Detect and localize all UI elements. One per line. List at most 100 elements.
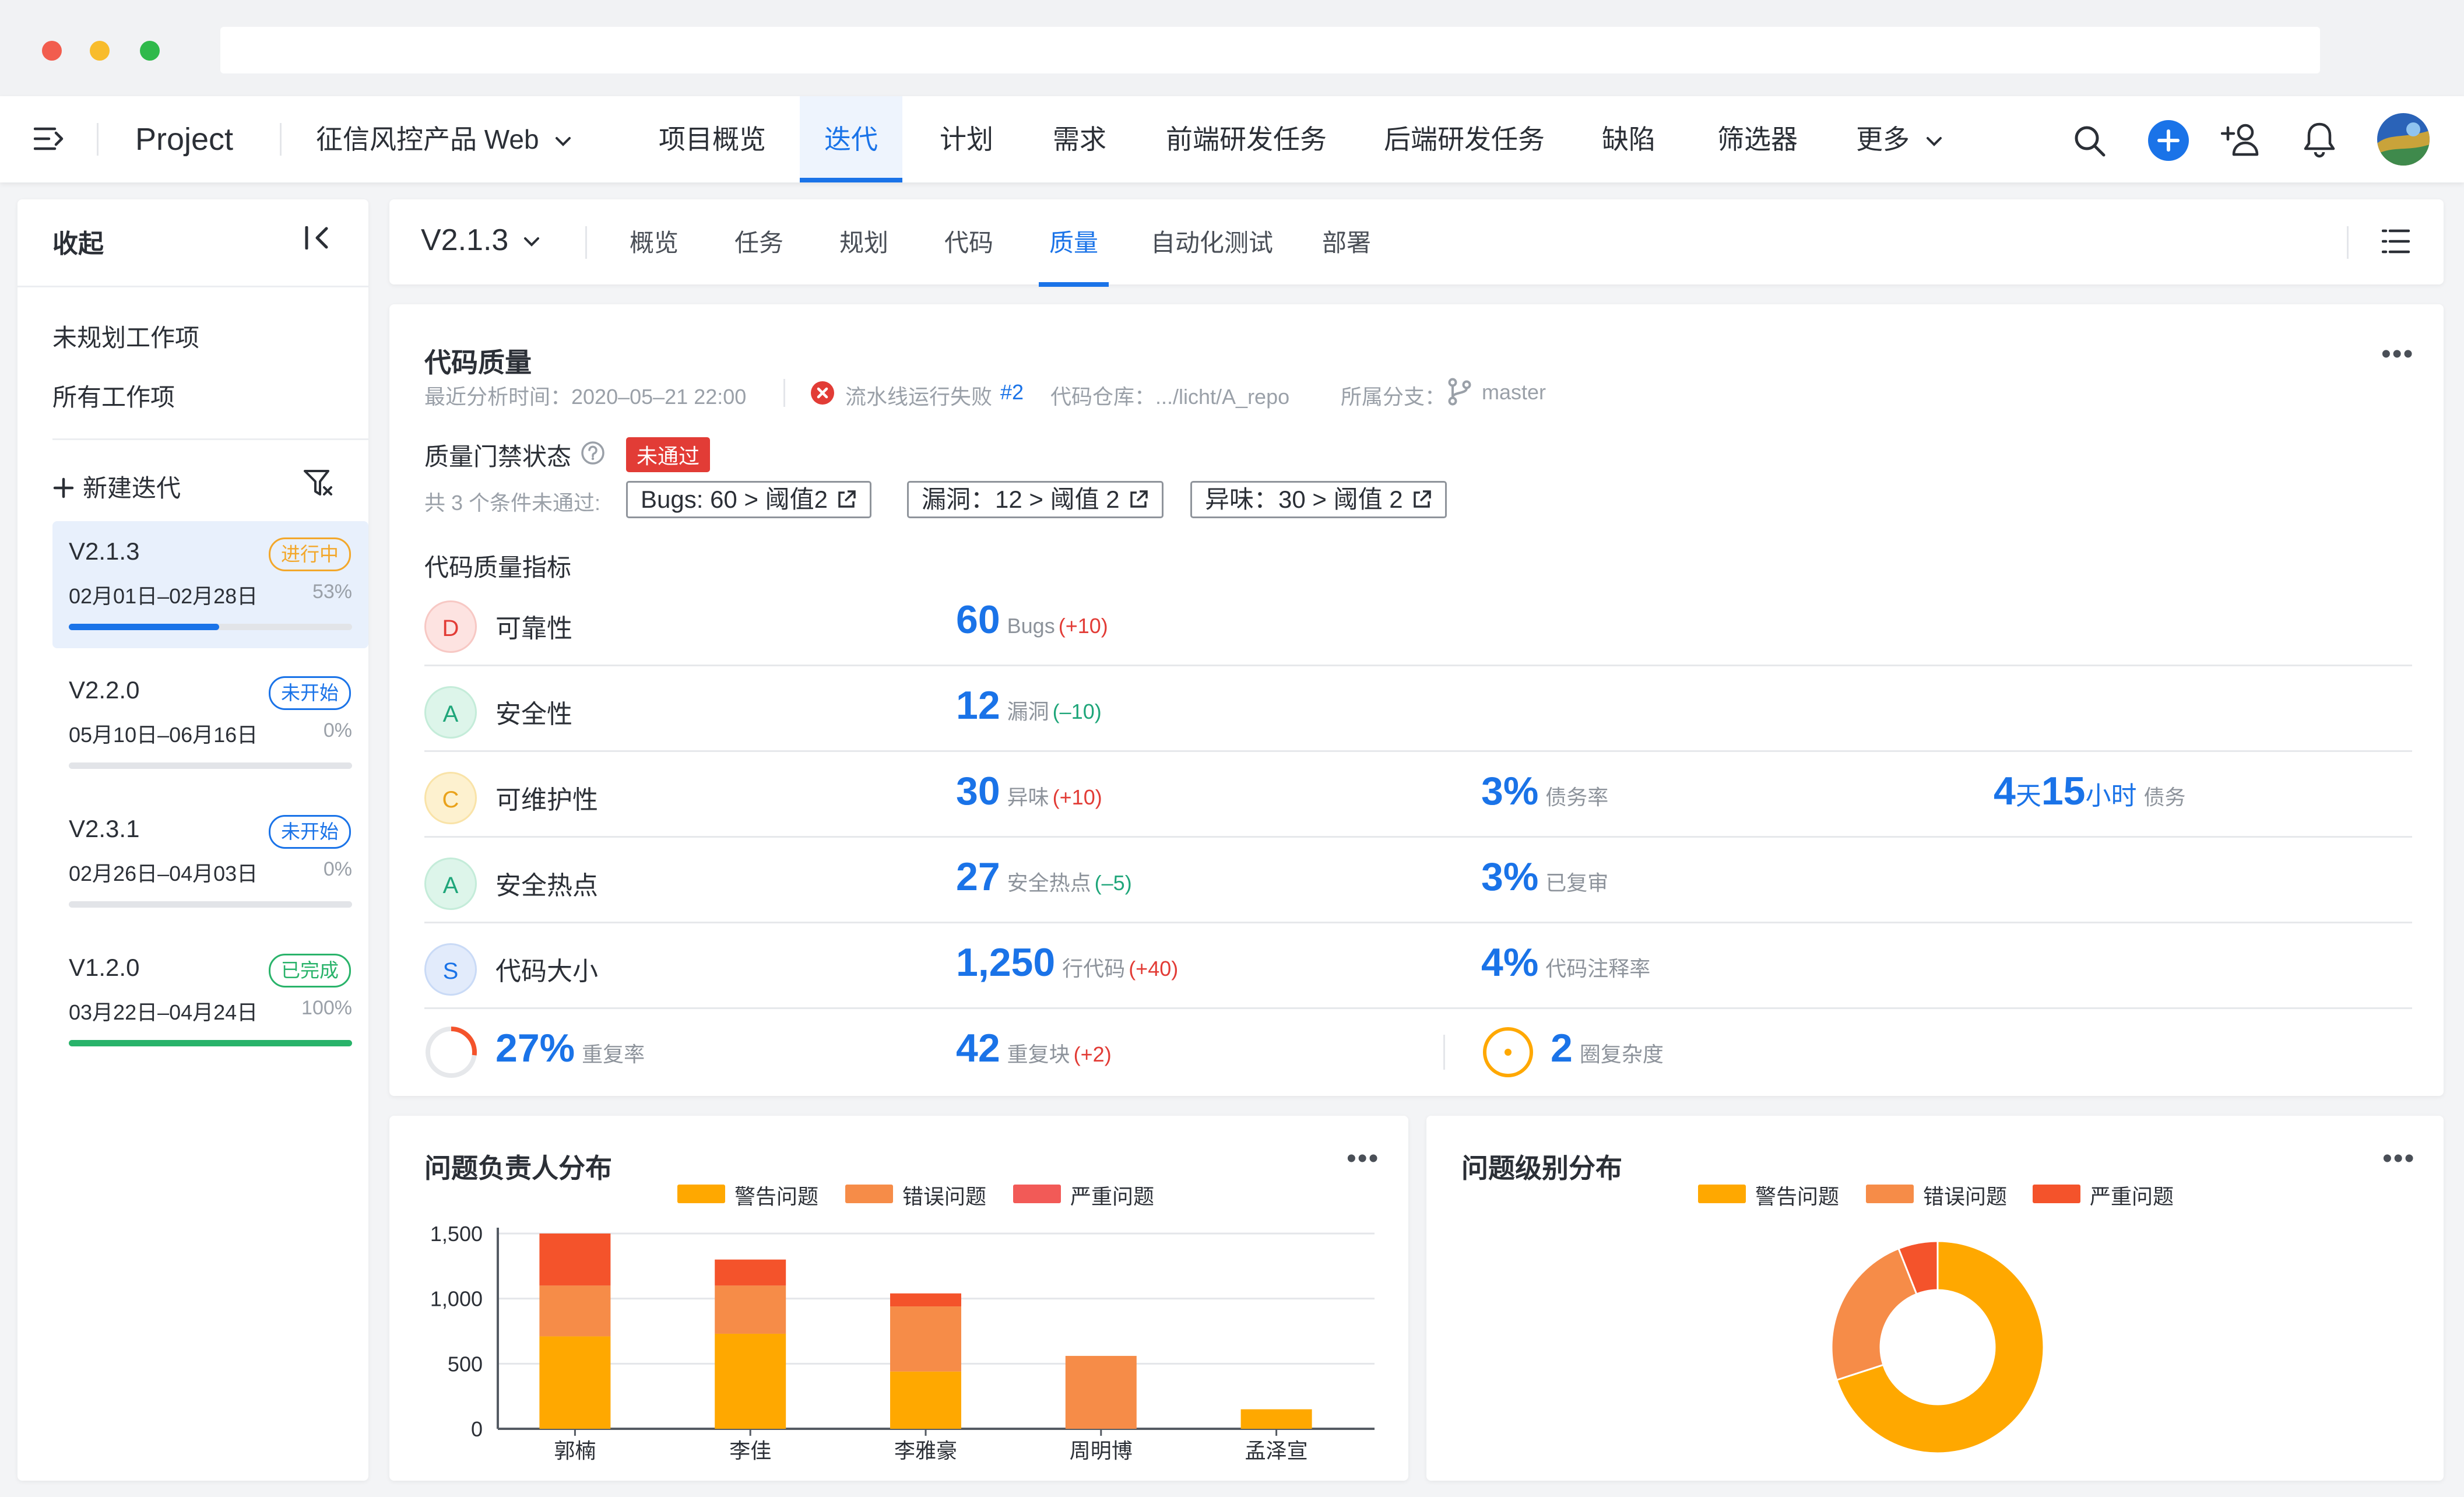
external-link-icon: [1413, 490, 1431, 508]
tab-more[interactable]: 更多: [1856, 96, 1943, 182]
metric-row-hotspots: A 安全热点 27 安全热点 (–5) 3% 已复审: [424, 838, 2412, 923]
iteration-name: V1.2.0: [69, 954, 140, 981]
window-close-button[interactable]: [42, 41, 62, 61]
metric-value[interactable]: 60 Bugs (+10): [956, 597, 1108, 642]
iteration-item-v2-1-3[interactable]: V2.1.3 进行中 02月01日–02月28日 53%: [52, 521, 368, 648]
tab-overview[interactable]: 概览: [630, 199, 679, 287]
metric-value[interactable]: 1,250 行代码 (+40): [956, 940, 1178, 985]
comment-ratio[interactable]: 4% 代码注释率: [1481, 940, 1650, 985]
metric-value[interactable]: 30 异味 (+10): [956, 768, 1102, 814]
more-options-icon[interactable]: •••: [2381, 338, 2414, 370]
progress-bar: [69, 1040, 352, 1046]
window-maximize-button[interactable]: [140, 41, 160, 61]
sidebar-item-unplanned[interactable]: 未规划工作项: [52, 318, 199, 354]
complexity-icon: [1481, 1025, 1535, 1082]
menu-toggle-icon[interactable]: [33, 125, 64, 155]
more-label: 更多: [1856, 124, 1910, 154]
external-link-icon: [1130, 490, 1148, 508]
iteration-item-v2-3-1[interactable]: V2.3.1 未开始 02月26日–04月03日 0%: [52, 799, 368, 926]
metric-value[interactable]: 12 漏洞 (–10): [956, 683, 1102, 728]
tab-deploy[interactable]: 部署: [1322, 199, 1371, 287]
metric-value[interactable]: 27 安全热点 (–5): [956, 854, 1132, 899]
tab-project-overview[interactable]: 项目概览: [659, 96, 766, 182]
bar-segment: [715, 1333, 786, 1429]
debt-ratio[interactable]: 3% 债务率: [1481, 768, 1608, 814]
tab-frontend-tasks[interactable]: 前端研发任务: [1166, 96, 1327, 182]
tab-plan[interactable]: 计划: [940, 96, 993, 182]
iteration-item-v2-2-0[interactable]: V2.2.0 未开始 05月10日–06月16日 0%: [52, 660, 368, 787]
condition-bugs[interactable]: Bugs: 60 > 阈值2: [626, 481, 872, 518]
branch-name: master: [1482, 380, 1546, 404]
reviewed-ratio[interactable]: 3% 已复审: [1481, 854, 1608, 899]
address-bar[interactable]: [220, 27, 2320, 73]
metric-name: 安全性: [495, 700, 572, 729]
plus-icon: [53, 477, 74, 498]
product-selector[interactable]: 征信风控产品 Web: [316, 96, 572, 182]
iteration-date: 05月10日–06月16日: [69, 723, 258, 747]
iteration-subheader: V2.1.3 概览 任务 规划 代码 质量 自动化测试 部署: [389, 199, 2444, 287]
list-view-icon[interactable]: [2381, 229, 2410, 257]
add-icon[interactable]: [2147, 120, 2189, 164]
condition-text: Bugs: 60 > 阈值2: [641, 486, 828, 513]
window-minimize-button[interactable]: [90, 41, 110, 61]
bar-segment: [890, 1293, 961, 1307]
chevron-down-icon: [1926, 136, 1942, 146]
cyclomatic-complexity[interactable]: 2 圈复杂度: [1551, 1025, 1664, 1071]
avatar[interactable]: [2377, 113, 2430, 168]
tab-tasks[interactable]: 任务: [734, 199, 783, 287]
tab-code[interactable]: 代码: [944, 199, 993, 287]
collapse-icon[interactable]: [304, 226, 331, 252]
iteration-item-v1-2-0[interactable]: V1.2.0 已完成 03月22日–04月24日 100%: [52, 937, 368, 1064]
pipeline-link[interactable]: #2: [1000, 380, 1024, 405]
tab-filters[interactable]: 筛选器: [1717, 96, 1798, 182]
tab-iteration[interactable]: 迭代: [800, 96, 902, 182]
condition-smells[interactable]: 异味：30 > 阈值 2: [1190, 481, 1447, 518]
external-link-icon: [838, 490, 856, 508]
new-iteration-label: 新建迭代: [83, 475, 181, 502]
pipeline-fail-icon: [810, 381, 835, 408]
metrics-title: 代码质量指标: [424, 554, 572, 581]
analysis-time: 最近分析时间：2020–05–21 22:00: [424, 385, 747, 409]
bar-segment: [890, 1306, 961, 1372]
tech-debt[interactable]: 4天15小时 债务: [1994, 768, 2185, 814]
tab-planning[interactable]: 规划: [839, 199, 888, 287]
metric-row-size: S 代码大小 1,250 行代码 (+40) 4% 代码注释率: [424, 923, 2412, 1009]
assignee-bar-chart: 0 500 1,000 1,500 郭楠 李佳 李雅豪 周明博 孟泽宣: [430, 1222, 1375, 1463]
duplication-rate[interactable]: 27% 重复率: [495, 1025, 645, 1071]
help-icon[interactable]: [581, 441, 605, 468]
gate-status-badge: 未通过: [626, 437, 711, 472]
tab-backend-tasks[interactable]: 后端研发任务: [1384, 96, 1545, 182]
duplicate-blocks[interactable]: 42 重复块 (+2): [956, 1025, 1112, 1071]
tab-defects[interactable]: 缺陷: [1602, 96, 1655, 182]
project-title[interactable]: Project: [135, 96, 233, 182]
status-badge: 进行中: [269, 537, 351, 571]
top-navigation: Project 征信风控产品 Web 项目概览 迭代 计划 需求 前端研发任务 …: [0, 96, 2464, 182]
bar-segment: [890, 1371, 961, 1429]
grade-badge: A: [424, 686, 477, 739]
tab-requirements[interactable]: 需求: [1053, 96, 1106, 182]
tab-quality[interactable]: 质量: [1038, 199, 1109, 287]
version-selector[interactable]: V2.1.3: [421, 223, 540, 258]
sidebar-item-all[interactable]: 所有工作项: [52, 378, 175, 413]
search-icon[interactable]: [2073, 124, 2107, 161]
metric-name: 安全热点: [495, 872, 598, 900]
condition-vulnerabilities[interactable]: 漏洞：12 > 阈值 2: [907, 481, 1164, 518]
metric-row-duplication: 27% 重复率 42 重复块 (+2) 2 圈复杂度: [424, 1009, 2412, 1095]
metric-row-reliability: D 可靠性 60 Bugs (+10): [424, 581, 2412, 666]
x-tick-label: 周明博: [1070, 1439, 1133, 1463]
tab-automation-test[interactable]: 自动化测试: [1151, 199, 1273, 287]
conditions-label: 共 3 个条件未通过:: [424, 491, 601, 515]
filter-icon[interactable]: [303, 469, 333, 501]
add-member-icon[interactable]: [2220, 123, 2259, 160]
bell-icon[interactable]: [2304, 122, 2335, 161]
duplication-ring-icon: [424, 1025, 478, 1082]
grade-badge: A: [424, 858, 477, 910]
status-badge: 未开始: [269, 676, 351, 710]
collapse-label[interactable]: 收起: [52, 223, 104, 260]
y-tick-label: 500: [448, 1352, 483, 1376]
bar-segment: [715, 1259, 786, 1286]
grade-badge: S: [424, 943, 477, 996]
y-tick-label: 1,000: [430, 1287, 483, 1311]
iteration-date: 03月22日–04月24日: [69, 1000, 258, 1024]
new-iteration-button[interactable]: 新建迭代: [52, 469, 181, 504]
